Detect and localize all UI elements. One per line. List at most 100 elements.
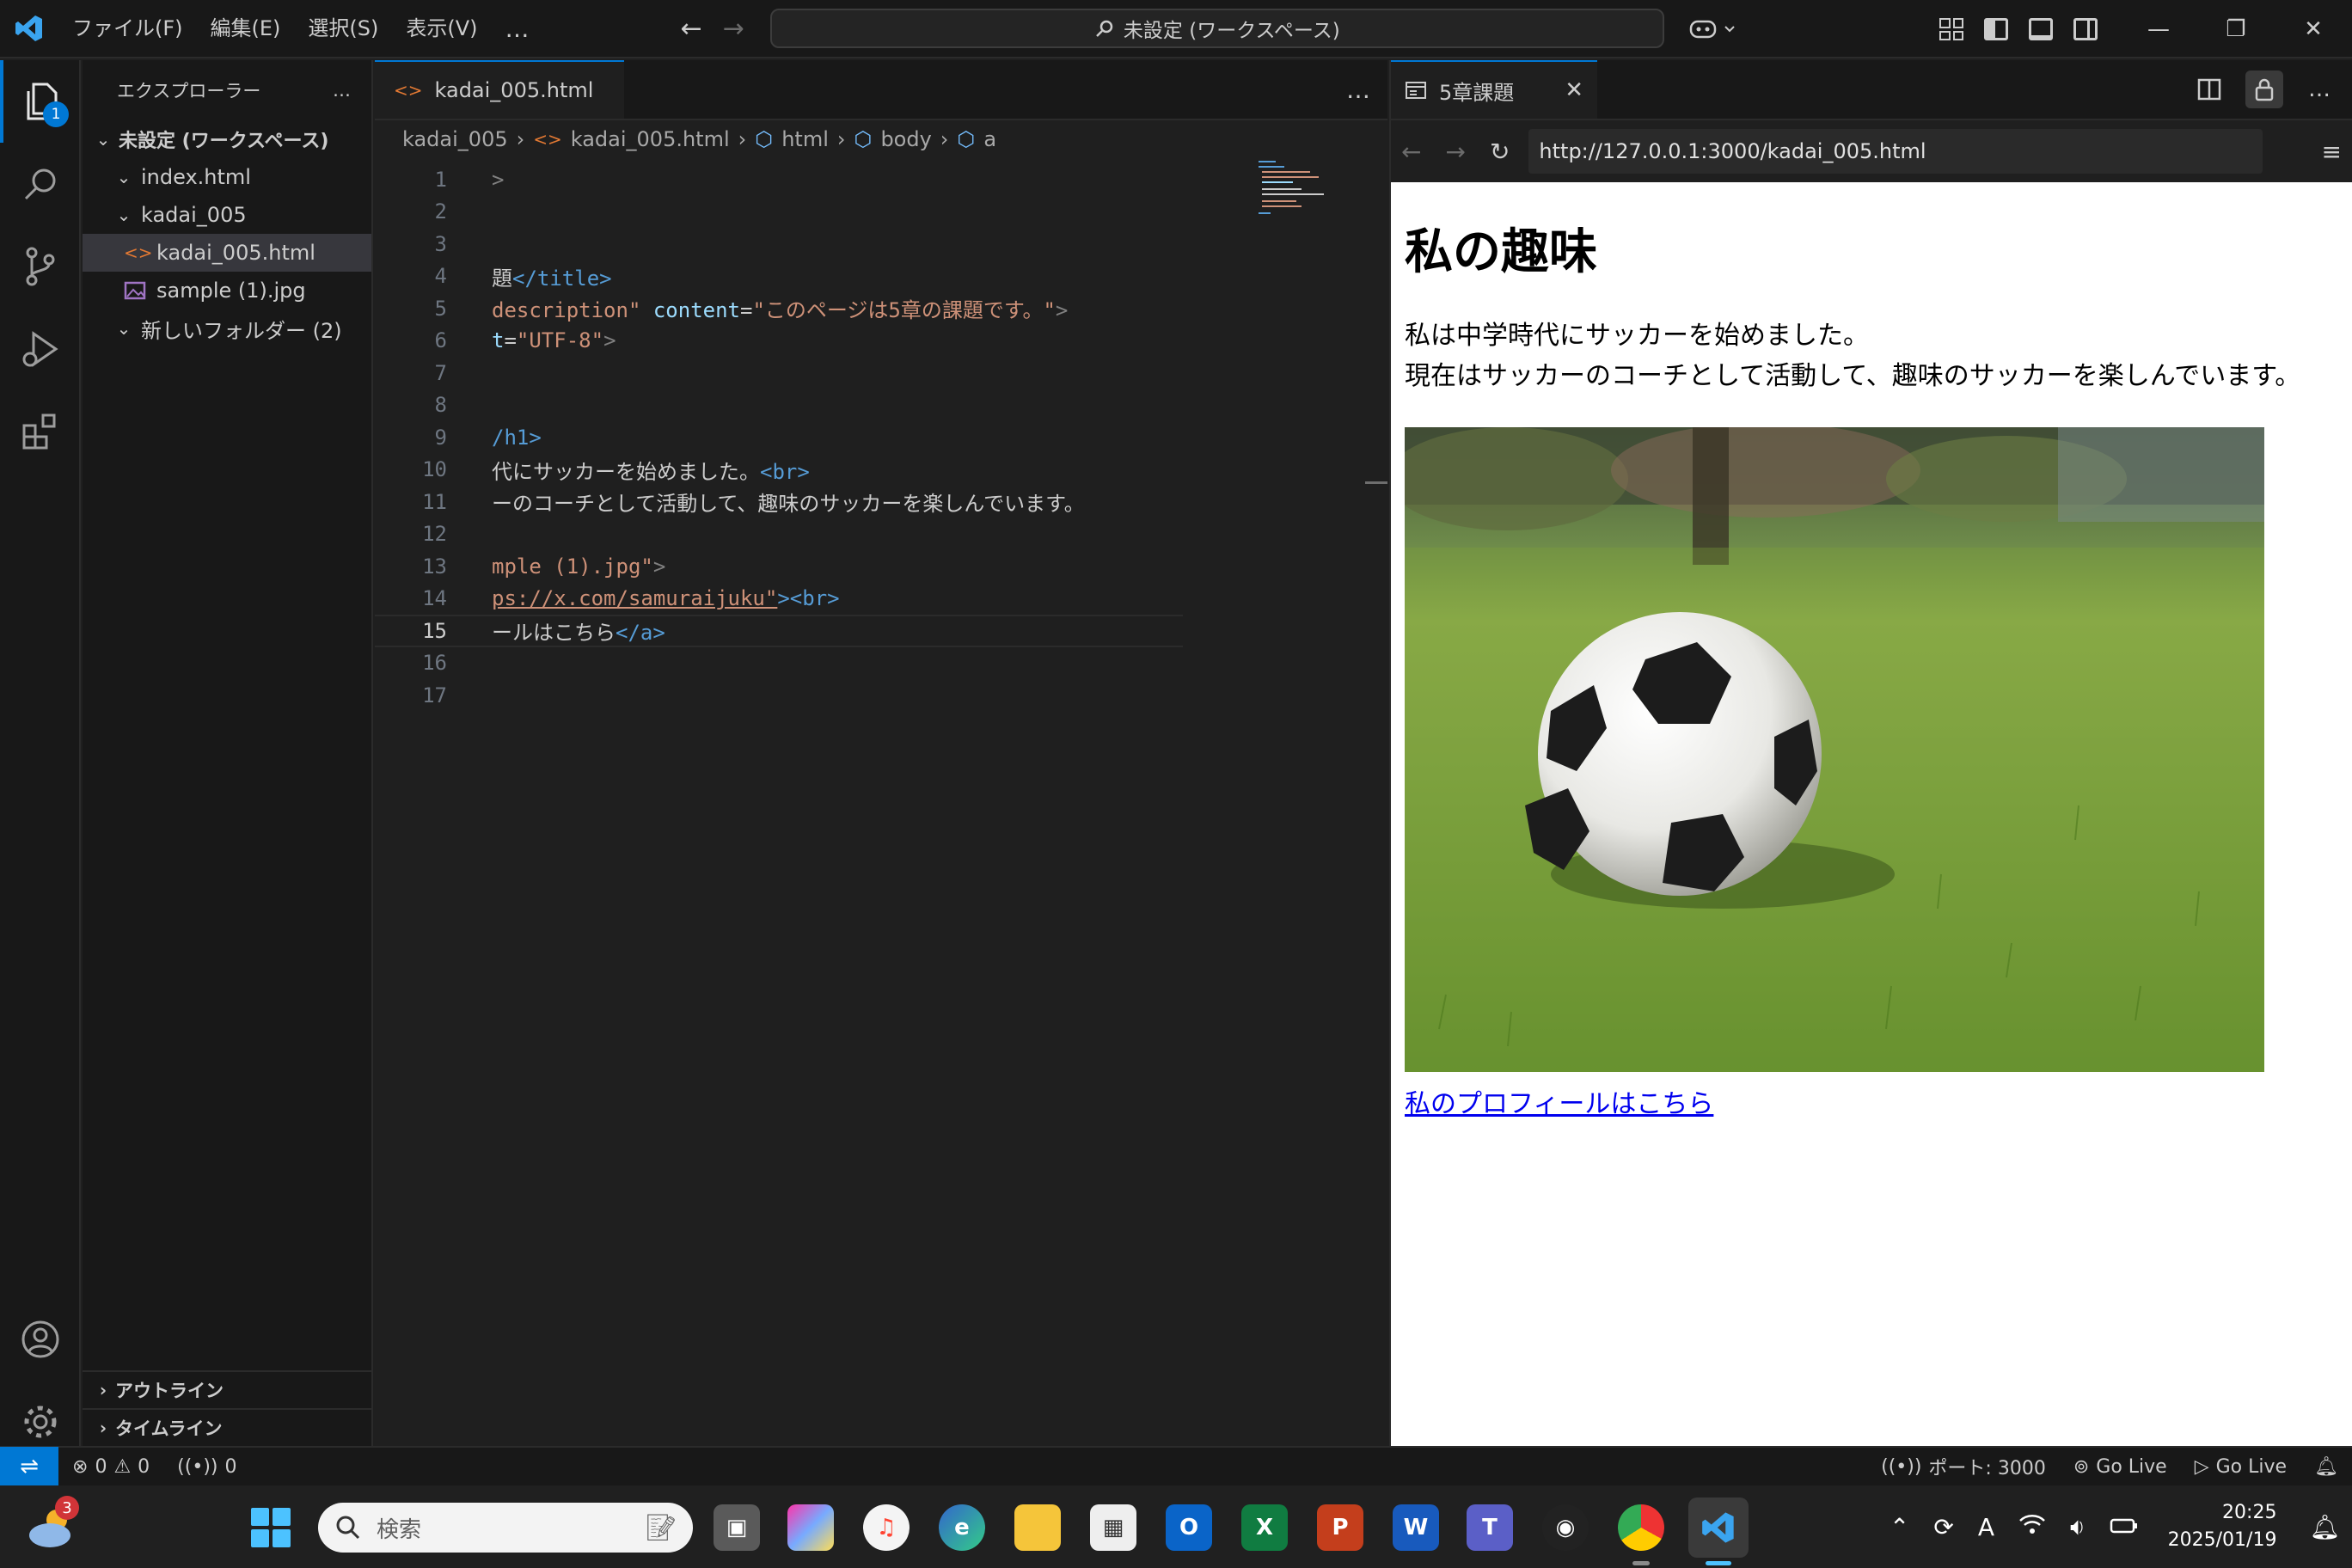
edge-browser-icon[interactable]: e — [939, 1504, 985, 1551]
restore-icon[interactable]: ❐ — [2197, 0, 2275, 58]
copilot-button[interactable] — [1688, 16, 1736, 40]
run-debug-activity[interactable] — [0, 308, 81, 390]
notification-bell-icon[interactable]: 🔔︎ — [2309, 1513, 2340, 1541]
battery-icon[interactable] — [2110, 1513, 2139, 1541]
excel-icon[interactable]: X — [1241, 1504, 1288, 1551]
profile-link[interactable]: 私のプロフィールはこちら — [1405, 1082, 2352, 1120]
back-arrow-icon[interactable]: ← — [681, 14, 702, 44]
code-attr: content — [652, 298, 740, 323]
code-string: "UTF-8" — [516, 328, 604, 353]
search-activity[interactable] — [0, 143, 81, 225]
chrome-icon[interactable] — [1618, 1504, 1664, 1551]
run-debug-icon — [22, 331, 58, 367]
tree-item-kadai-folder[interactable]: ⌄ kadai_005 — [83, 196, 371, 234]
split-editor-icon[interactable] — [2190, 70, 2228, 108]
toggle-panel-icon[interactable] — [2029, 18, 2053, 40]
code-text: = — [740, 298, 753, 323]
task-view-icon[interactable]: ▣ — [714, 1504, 760, 1551]
tree-item-sample-jpg[interactable]: sample (1).jpg — [83, 272, 371, 309]
toggle-primary-sidebar-icon[interactable] — [1984, 18, 2008, 40]
editor-tab-kadai-html[interactable]: <> kadai_005.html — [375, 60, 624, 119]
forward-arrow-icon[interactable]: → — [723, 14, 744, 44]
menu-view[interactable]: 表示(V) — [392, 0, 491, 58]
browser-tab[interactable]: 5章課題 ✕ — [1391, 60, 1597, 119]
breadcrumb-a[interactable]: a — [983, 127, 996, 151]
editor-tab-bar: <> kadai_005.html … — [375, 60, 1387, 120]
browser-tab-bar: 5章課題 ✕ … — [1391, 60, 2352, 120]
code-tag: > — [652, 554, 666, 579]
github-icon[interactable]: ◉ — [1542, 1504, 1589, 1551]
menu-selection[interactable]: 選択(S) — [294, 0, 392, 58]
wifi-icon[interactable] — [2018, 1513, 2046, 1541]
copilot-app-icon[interactable] — [787, 1504, 834, 1551]
url-input[interactable]: http://127.0.0.1:3000/kadai_005.html — [1528, 129, 2263, 174]
outline-section[interactable]: › アウトライン — [83, 1370, 373, 1408]
lock-icon[interactable] — [2245, 70, 2283, 108]
back-arrow-icon[interactable]: ← — [1401, 138, 1421, 166]
problems-indicator[interactable]: ⊗ 0 ⚠ 0 — [58, 1456, 163, 1478]
line-number: 6 — [434, 328, 447, 353]
go-live-label: Go Live — [2215, 1455, 2288, 1478]
powerpoint-icon[interactable]: P — [1317, 1504, 1363, 1551]
ports-indicator[interactable]: ((•)) 0 — [163, 1456, 250, 1478]
hamburger-menu-icon[interactable]: ≡ — [2322, 138, 2342, 166]
breadcrumb: kadai_005 › <> kadai_005.html › ⬡ html ›… — [375, 120, 1387, 158]
reload-icon[interactable]: ↻ — [1490, 138, 1510, 166]
editor-more-icon[interactable]: … — [1346, 76, 1370, 104]
timeline-section[interactable]: › タイムライン — [83, 1408, 373, 1446]
radio-tower-icon: ⊚ — [2073, 1455, 2090, 1478]
accounts-activity[interactable] — [0, 1298, 81, 1381]
menu-more-icon[interactable]: … — [492, 15, 543, 43]
teams-icon[interactable]: T — [1467, 1504, 1513, 1551]
windows-start-icon[interactable] — [251, 1508, 291, 1547]
source-control-activity[interactable] — [0, 225, 81, 308]
customize-layout-icon[interactable] — [1939, 18, 1963, 40]
go-live-button-2[interactable]: ▷ Go Live — [2181, 1456, 2300, 1478]
ms-store-icon[interactable]: ▦ — [1090, 1504, 1136, 1551]
explorer-more-icon[interactable]: … — [333, 80, 351, 101]
tree-item-new-folder[interactable]: ⌄ 新しいフォルダー (2) — [83, 309, 371, 347]
close-icon[interactable]: ✕ — [1565, 77, 1583, 103]
extensions-activity[interactable] — [0, 390, 81, 473]
breadcrumb-folder[interactable]: kadai_005 — [402, 127, 508, 151]
chevron-right-icon: › — [516, 127, 525, 151]
file-explorer-icon[interactable] — [1014, 1504, 1061, 1551]
volume-icon[interactable]: 🔉︎ — [2070, 1512, 2086, 1541]
ime-indicator[interactable]: A — [1978, 1513, 1994, 1541]
toggle-secondary-sidebar-icon[interactable] — [2073, 18, 2098, 40]
breadcrumb-body[interactable]: body — [880, 127, 931, 151]
line-number: 4 — [434, 264, 447, 289]
go-live-button-1[interactable]: ⊚ Go Live — [2060, 1456, 2181, 1478]
scrollbar-marker[interactable] — [1365, 481, 1387, 484]
explorer-activity[interactable]: 1 — [0, 60, 81, 143]
tray-overflow-chevron-icon[interactable]: ⌃ — [1890, 1513, 1909, 1541]
forward-arrow-icon[interactable]: → — [1445, 138, 1465, 166]
clock[interactable]: 20:25 2025/01/19 — [2168, 1499, 2277, 1554]
breadcrumb-html[interactable]: html — [781, 127, 829, 151]
chevron-down-icon — [1724, 26, 1735, 33]
menu-edit[interactable]: 編集(E) — [197, 0, 295, 58]
code-area[interactable]: 1 > 2 3 4 題</title> 5 description" content=… — [375, 163, 1387, 712]
tree-item-kadai-html[interactable]: <> kadai_005.html — [83, 234, 371, 272]
workspace-root[interactable]: ⌄ 未設定 (ワークスペース) — [83, 120, 371, 158]
minimap[interactable] — [1259, 158, 1327, 218]
remote-indicator-icon[interactable]: ⇌ — [0, 1447, 58, 1486]
code-line: 1 > — [375, 163, 1387, 196]
vscode-taskbar-icon[interactable] — [1688, 1498, 1749, 1558]
code-text: = — [504, 328, 517, 353]
port-indicator[interactable]: ((•)) ポート: 3000 — [1867, 1453, 2060, 1480]
html-file-icon: <> — [124, 242, 153, 263]
music-app-icon[interactable]: ♫ — [863, 1504, 910, 1551]
notifications-bell-icon[interactable]: 🔔︎ — [2300, 1456, 2352, 1478]
minimize-icon[interactable]: — — [2120, 0, 2197, 58]
breadcrumb-file[interactable]: kadai_005.html — [571, 127, 730, 151]
browser-more-icon[interactable]: … — [2300, 70, 2338, 108]
command-center[interactable]: 未設定 (ワークスペース) — [769, 9, 1664, 48]
sync-icon[interactable]: ⟳ — [1933, 1513, 1953, 1541]
taskbar-search[interactable]: 検索 📝︎ — [318, 1503, 693, 1553]
tree-item-index[interactable]: ⌄ index.html — [83, 158, 371, 196]
outlook-icon[interactable]: O — [1166, 1504, 1212, 1551]
word-icon[interactable]: W — [1393, 1504, 1439, 1551]
close-icon[interactable]: ✕ — [2275, 0, 2352, 58]
menu-file[interactable]: ファイル(F) — [58, 0, 197, 58]
